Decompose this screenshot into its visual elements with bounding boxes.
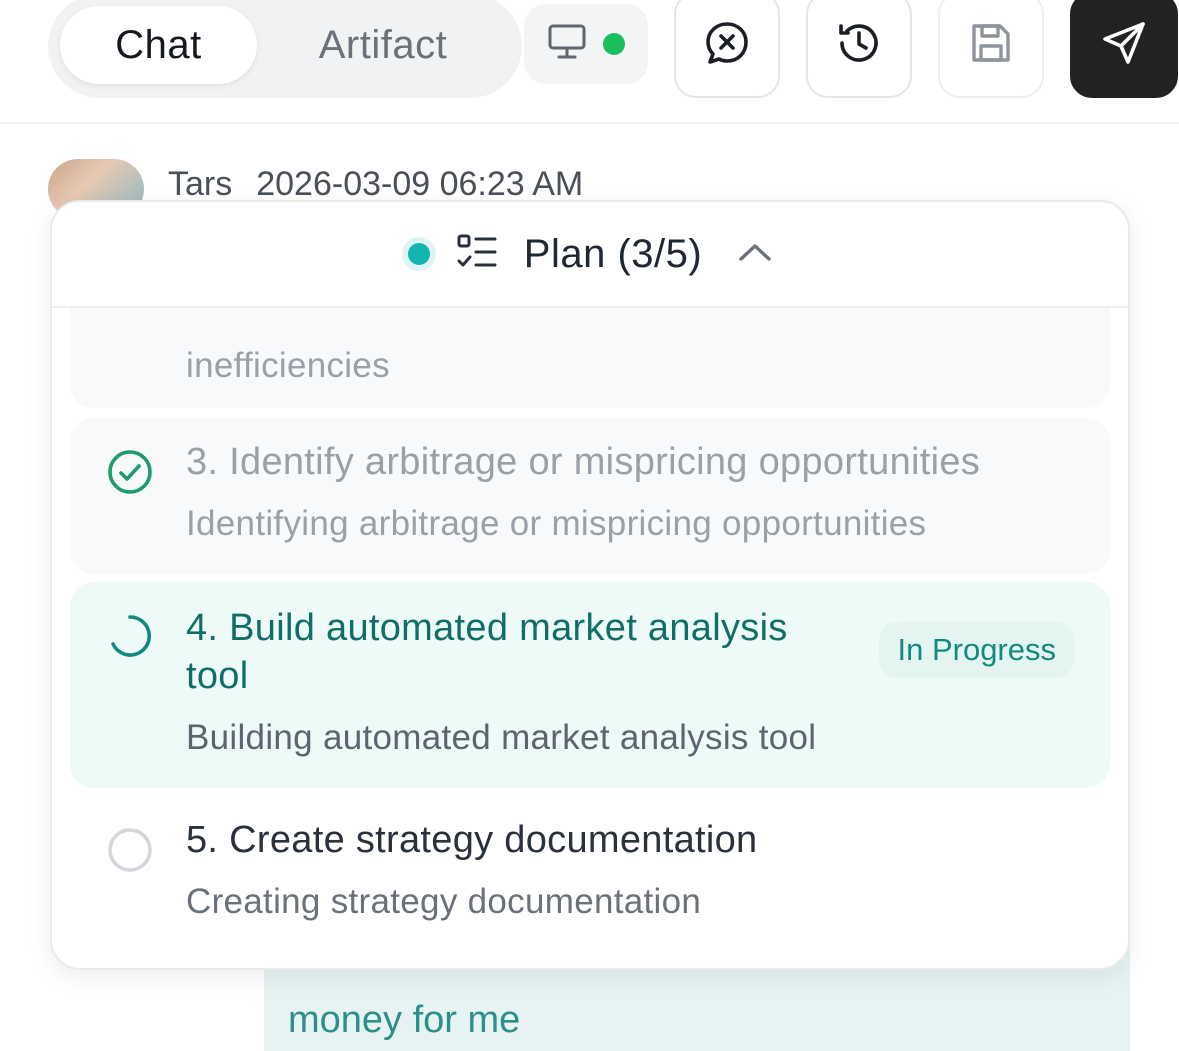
loading-spinner-icon xyxy=(106,612,154,660)
live-status-dot xyxy=(407,243,430,265)
message-text: money for me xyxy=(288,999,521,1041)
close-chat-button[interactable] xyxy=(674,0,780,98)
plan-step-subtitle: Identifying arbitrage or mispricing oppo… xyxy=(186,504,927,543)
history-icon xyxy=(835,19,883,72)
tab-chat[interactable]: Chat xyxy=(60,6,257,84)
plan-step-subtitle: Creating strategy documentation xyxy=(186,882,702,921)
history-button[interactable] xyxy=(806,0,912,98)
app-page: Chat Artifact Tars 2026-03-09 06:23 AM m… xyxy=(0,0,1179,1051)
plan-step-title: 5. Create strategy documentation xyxy=(186,819,758,861)
plan-title: Plan (3/5) xyxy=(523,231,703,276)
top-toolbar: Chat Artifact xyxy=(0,0,1179,124)
computer-status-toggle[interactable] xyxy=(524,4,648,84)
plan-step-4[interactable]: 4. Build automated market analysis tool … xyxy=(70,582,1110,788)
check-circle-icon xyxy=(106,448,154,496)
message-author: Tars xyxy=(168,164,233,203)
pending-circle-icon xyxy=(106,826,154,874)
plan-step-title: 3. Identify arbitrage or mispricing oppo… xyxy=(186,441,981,483)
view-tab-switch: Chat Artifact xyxy=(48,0,522,98)
plan-step-subtitle: inefficiencies xyxy=(186,346,390,385)
plan-step-3[interactable]: 3. Identify arbitrage or mispricing oppo… xyxy=(70,418,1110,574)
send-icon xyxy=(1100,19,1148,72)
message-header: Tars 2026-03-09 06:23 AM xyxy=(48,159,584,219)
plan-panel: inefficiencies 3. Identify arbitrage or … xyxy=(50,200,1130,970)
monitor-icon xyxy=(547,23,587,66)
message-timestamp: 2026-03-09 06:23 AM xyxy=(256,164,584,203)
plan-step-subtitle: Building automated market analysis tool xyxy=(186,718,817,757)
save-button[interactable] xyxy=(938,0,1044,98)
checklist-icon xyxy=(456,233,498,276)
plan-step-5[interactable]: 5. Create strategy documentation Creatin… xyxy=(70,798,1110,958)
online-status-dot xyxy=(603,33,625,55)
floppy-disk-icon xyxy=(968,20,1014,71)
in-progress-badge: In Progress xyxy=(879,622,1074,678)
plan-header[interactable]: Plan (3/5) xyxy=(52,202,1128,308)
plan-step-title: 4. Build automated market analysis tool xyxy=(186,607,788,697)
plan-step-list[interactable]: inefficiencies 3. Identify arbitrage or … xyxy=(52,202,1128,968)
chevron-up-icon[interactable] xyxy=(738,241,772,268)
send-button[interactable] xyxy=(1070,0,1178,98)
close-circle-icon xyxy=(703,19,751,72)
tab-artifact[interactable]: Artifact xyxy=(278,6,488,84)
